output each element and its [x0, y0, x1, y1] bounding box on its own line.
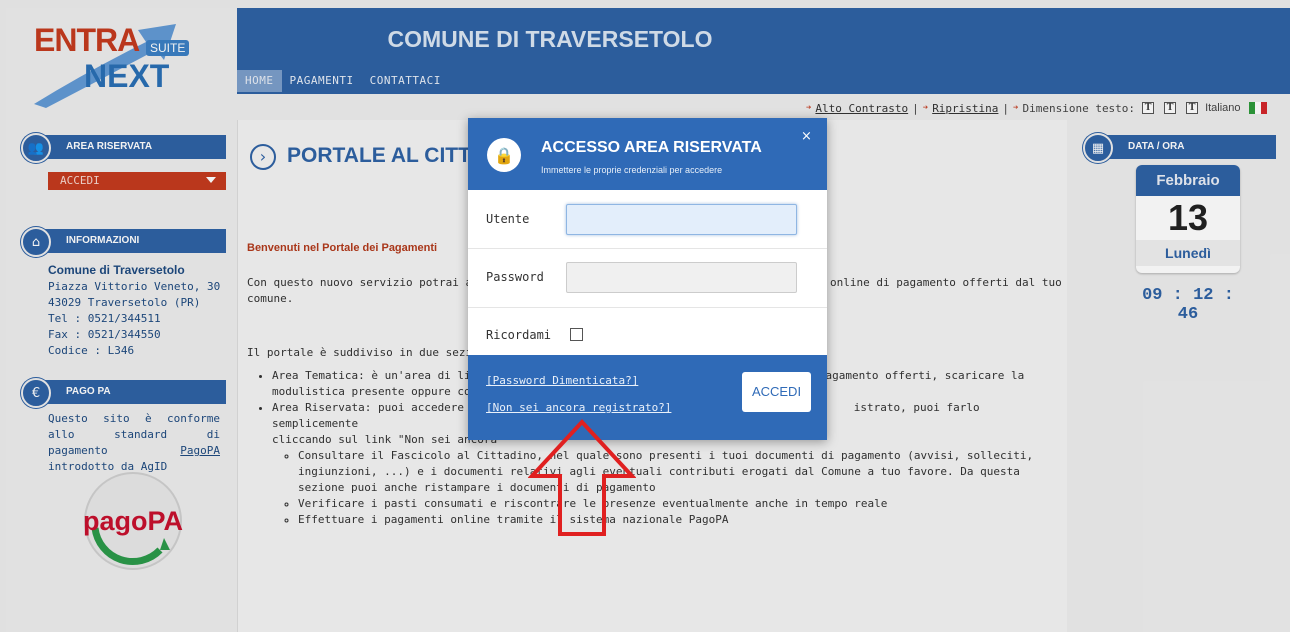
password-input[interactable] [566, 262, 797, 293]
password-row: Password [468, 249, 827, 308]
login-modal: 🔒 ACCESSO AREA RISERVATA Immettere le pr… [468, 118, 827, 440]
remember-checkbox[interactable] [570, 328, 583, 341]
red-arrow-up-icon [528, 419, 636, 536]
user-row: Utente [468, 190, 827, 249]
remember-label: Ricordami [486, 328, 552, 342]
user-input[interactable] [566, 204, 797, 235]
close-icon[interactable]: × [801, 129, 812, 144]
modal-title: ACCESSO AREA RISERVATA [541, 139, 762, 156]
register-link[interactable]: [Non sei ancora registrato?] [486, 401, 671, 414]
login-submit-button[interactable]: ACCEDI [742, 372, 811, 412]
user-lock-icon: 🔒 [487, 138, 521, 172]
modal-subtitle: Immettere le proprie credenziali per acc… [541, 165, 723, 175]
password-label: Password [486, 270, 544, 284]
modal-header: 🔒 ACCESSO AREA RISERVATA Immettere le pr… [468, 118, 827, 190]
user-label: Utente [486, 212, 530, 226]
forgot-password-link[interactable]: [Password Dimenticata?] [486, 374, 638, 387]
